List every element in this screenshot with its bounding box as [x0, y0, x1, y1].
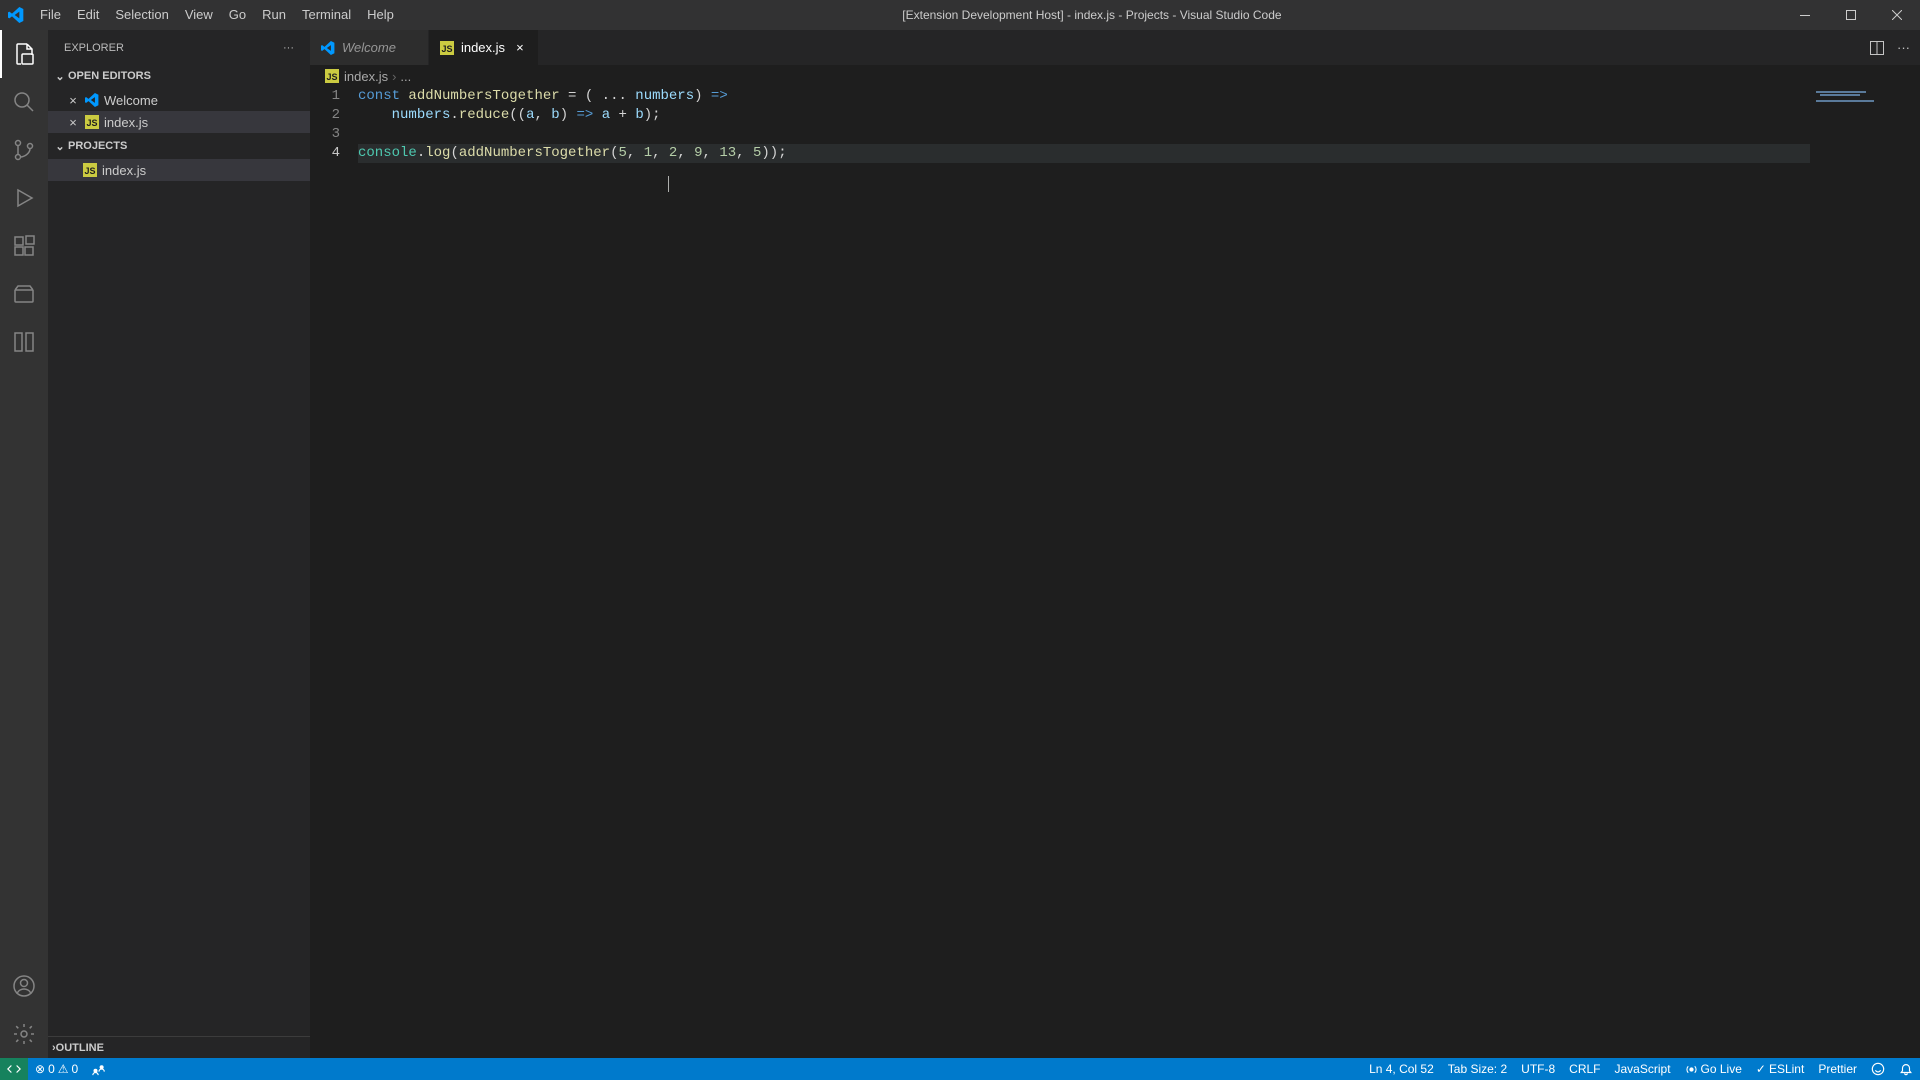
- eol[interactable]: CRLF: [1562, 1062, 1607, 1076]
- statusbar: ⊗0 ⚠0 Ln 4, Col 52 Tab Size: 2 UTF-8 CRL…: [0, 1058, 1920, 1080]
- js-file-icon: JS: [324, 68, 340, 84]
- menu-go[interactable]: Go: [221, 0, 254, 30]
- breadcrumb-file: index.js: [344, 69, 388, 84]
- remote-button[interactable]: [0, 1058, 28, 1080]
- js-file-icon: JS: [82, 162, 98, 178]
- js-file-icon: JS: [84, 114, 100, 130]
- go-live-button[interactable]: Go Live: [1678, 1062, 1749, 1076]
- chevron-down-icon: ⌄: [52, 70, 68, 83]
- open-editor-item[interactable]: × Welcome: [48, 89, 310, 111]
- editor[interactable]: 1234 const addNumbersTogether = ( ... nu…: [310, 87, 1920, 1058]
- menu-file[interactable]: File: [32, 0, 69, 30]
- feedback-icon[interactable]: [1864, 1062, 1892, 1076]
- tab-label: index.js: [461, 40, 505, 55]
- menu-run[interactable]: Run: [254, 0, 294, 30]
- close-button[interactable]: [1874, 0, 1920, 30]
- code-line[interactable]: numbers.reduce((a, b) => a + b);: [358, 106, 1810, 125]
- activity-item[interactable]: [0, 270, 48, 318]
- maximize-button[interactable]: [1828, 0, 1874, 30]
- tab-size[interactable]: Tab Size: 2: [1441, 1062, 1514, 1076]
- menu-selection[interactable]: Selection: [107, 0, 176, 30]
- tabs-bar: Welcome JS index.js × ···: [310, 30, 1920, 65]
- outline-label: Outline: [56, 1042, 104, 1054]
- language-mode[interactable]: JavaScript: [1608, 1062, 1678, 1076]
- menu-help[interactable]: Help: [359, 0, 402, 30]
- activity-scm[interactable]: [0, 126, 48, 174]
- close-icon[interactable]: ×: [66, 115, 80, 130]
- tab-welcome[interactable]: Welcome: [310, 30, 429, 65]
- live-share-icon[interactable]: [85, 1058, 113, 1080]
- minimap[interactable]: [1810, 87, 1920, 1058]
- activity-bar: [0, 30, 48, 1058]
- broadcast-icon: [1685, 1063, 1698, 1076]
- svg-text:JS: JS: [84, 166, 95, 176]
- file-tree-item[interactable]: JS index.js: [48, 159, 310, 181]
- open-editors-header[interactable]: ⌄ Open Editors: [48, 65, 310, 87]
- outline-header[interactable]: › Outline: [48, 1036, 310, 1058]
- sidebar-title: Explorer: [64, 42, 124, 54]
- eslint-button[interactable]: ✓ ESLint: [1749, 1062, 1811, 1076]
- error-icon: ⊗: [35, 1062, 45, 1076]
- projects-header[interactable]: ⌄ Projects: [48, 135, 310, 157]
- menu-edit[interactable]: Edit: [69, 0, 107, 30]
- editor-group: Welcome JS index.js × ··· JS index.js › ...…: [310, 30, 1920, 1058]
- text-cursor: [668, 176, 669, 192]
- activity-extensions[interactable]: [0, 222, 48, 270]
- encoding[interactable]: UTF-8: [1514, 1062, 1562, 1076]
- tab-index-js[interactable]: JS index.js ×: [429, 30, 539, 65]
- svg-text:JS: JS: [86, 118, 97, 128]
- close-icon[interactable]: ×: [66, 93, 80, 108]
- prettier-button[interactable]: Prettier: [1811, 1062, 1864, 1076]
- check-icon: ✓: [1756, 1062, 1766, 1076]
- activity-item[interactable]: [0, 318, 48, 366]
- file-name: index.js: [104, 115, 148, 130]
- bell-icon[interactable]: [1892, 1062, 1920, 1076]
- cursor-position[interactable]: Ln 4, Col 52: [1362, 1062, 1441, 1076]
- vscode-file-icon: [320, 40, 336, 56]
- activity-debug[interactable]: [0, 174, 48, 222]
- code-line[interactable]: [358, 125, 1810, 144]
- split-editor-icon[interactable]: [1869, 40, 1885, 56]
- menu-view[interactable]: View: [177, 0, 221, 30]
- minimize-button[interactable]: [1782, 0, 1828, 30]
- js-file-icon: JS: [439, 40, 455, 56]
- chevron-down-icon: ⌄: [52, 140, 68, 153]
- activity-search[interactable]: [0, 78, 48, 126]
- more-icon[interactable]: ···: [1897, 40, 1910, 55]
- tab-label: Welcome: [342, 40, 396, 55]
- code-line[interactable]: console.log(addNumbersTogether(5, 1, 2, …: [358, 144, 1810, 163]
- breadcrumb[interactable]: JS index.js › ...: [310, 65, 1920, 87]
- code-line[interactable]: const addNumbersTogether = ( ... numbers…: [358, 87, 1810, 106]
- projects-label: Projects: [68, 140, 127, 152]
- activity-account[interactable]: [0, 962, 48, 1010]
- open-editor-item[interactable]: × JS index.js: [48, 111, 310, 133]
- problems-button[interactable]: ⊗0 ⚠0: [28, 1058, 85, 1080]
- menu-bar: FileEditSelectionViewGoRunTerminalHelp: [32, 0, 402, 30]
- activity-settings[interactable]: [0, 1010, 48, 1058]
- svg-text:JS: JS: [441, 44, 452, 54]
- warning-icon: ⚠: [58, 1062, 69, 1076]
- close-icon[interactable]: ×: [512, 40, 528, 55]
- svg-text:JS: JS: [326, 72, 337, 82]
- titlebar: FileEditSelectionViewGoRunTerminalHelp […: [0, 0, 1920, 30]
- open-editors-label: Open Editors: [68, 70, 151, 82]
- vscode-icon: [8, 7, 24, 23]
- sidebar: Explorer ··· ⌄ Open Editors × Welcome × JS i…: [48, 30, 310, 1058]
- activity-explorer[interactable]: [0, 30, 48, 78]
- window-title: [Extension Development Host] - index.js …: [402, 8, 1782, 22]
- chevron-right-icon: ›: [392, 69, 396, 84]
- file-name: index.js: [102, 163, 146, 178]
- menu-terminal[interactable]: Terminal: [294, 0, 359, 30]
- more-icon[interactable]: ···: [283, 42, 294, 54]
- vscode-file-icon: [84, 92, 100, 108]
- file-name: Welcome: [104, 93, 158, 108]
- breadcrumb-symbol: ...: [400, 69, 411, 84]
